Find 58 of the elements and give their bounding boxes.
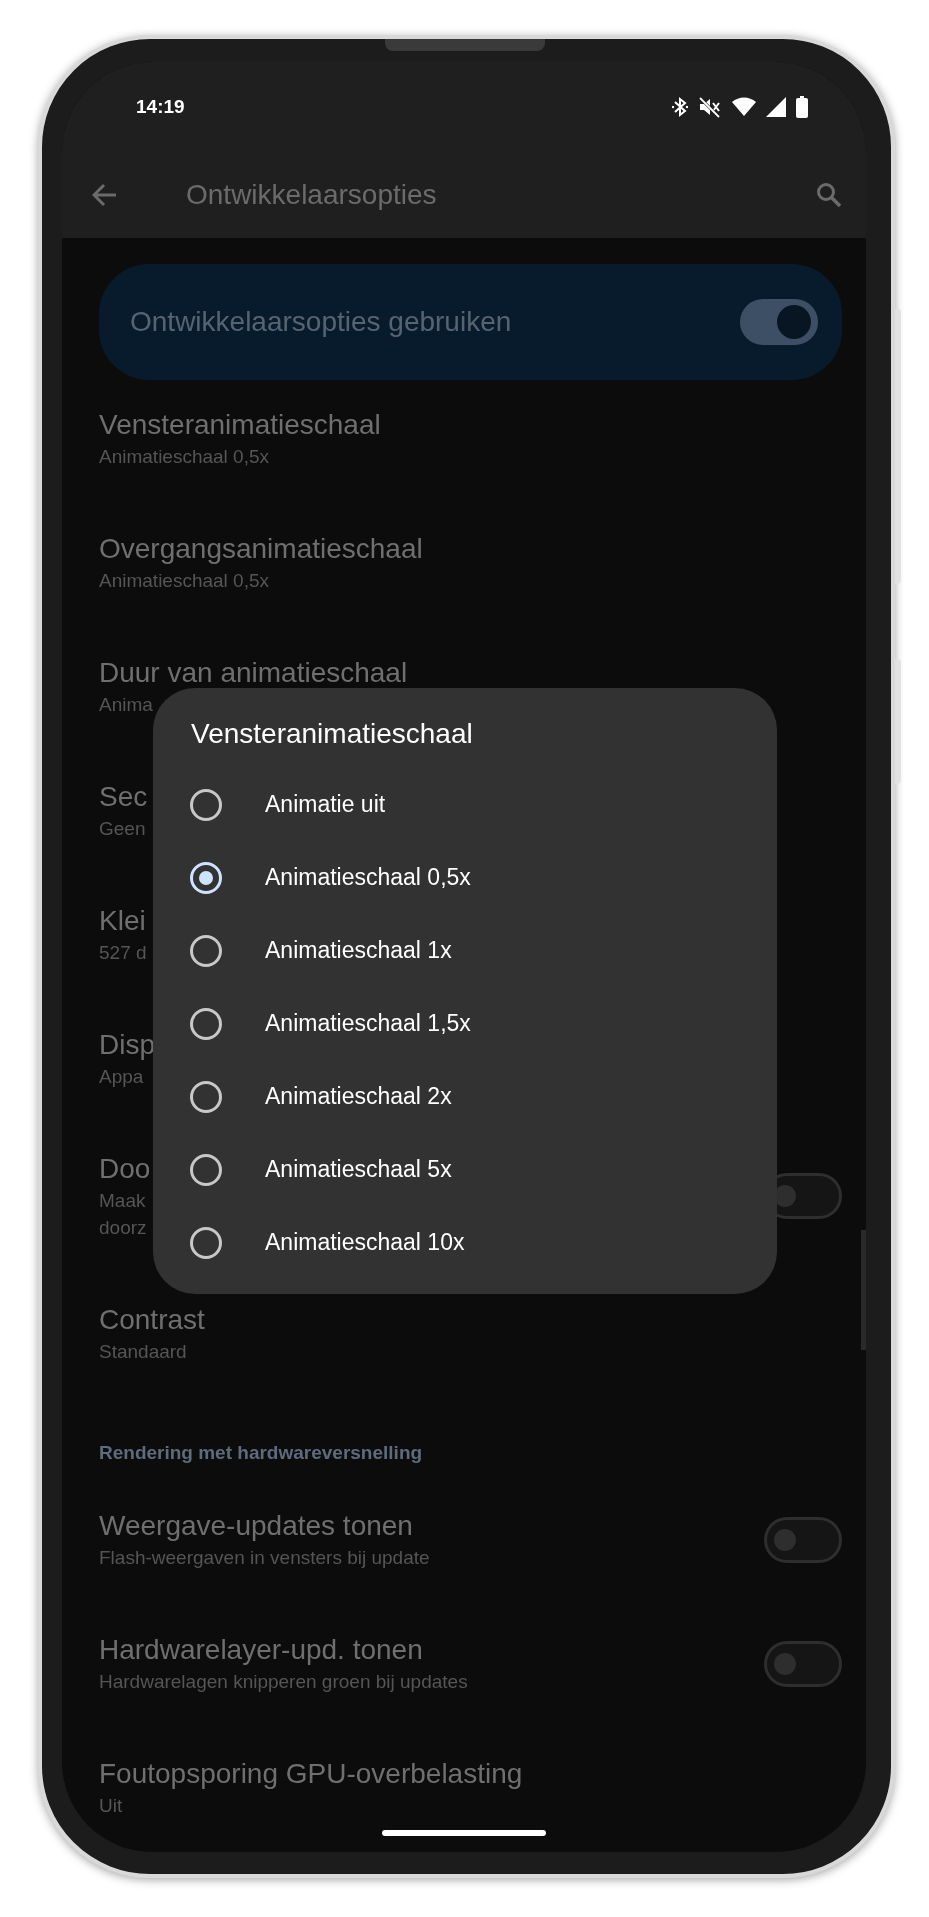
option-label: Animatie uit — [265, 791, 386, 818]
setting-title: Contrast — [99, 1303, 205, 1337]
back-arrow-icon[interactable] — [92, 183, 118, 207]
setting-title: Doo — [99, 1152, 151, 1186]
wifi-icon — [732, 97, 756, 117]
battery-icon — [796, 96, 808, 118]
setting-title: Disp — [99, 1028, 155, 1062]
radio-button[interactable] — [190, 788, 222, 821]
bluetooth-icon — [672, 96, 688, 118]
setting-summary: Hardwarelagen knipperen groen bij updates — [99, 1670, 468, 1694]
radio-button[interactable] — [190, 1080, 222, 1113]
dialog-title: Vensteranimatieschaal — [191, 717, 474, 751]
option-label: Animatieschaal 5x — [265, 1156, 452, 1183]
radio-button[interactable] — [190, 1153, 222, 1186]
radio-option[interactable]: Animatieschaal 5x — [191, 1133, 777, 1206]
setting-summary: Animatieschaal 0,5x — [99, 445, 271, 469]
setting-summary: Maak doorz — [99, 1189, 148, 1240]
option-label: Animatieschaal 10x — [265, 1229, 465, 1256]
setting-summary: Standaard — [99, 1340, 188, 1364]
radio-option[interactable]: Animatieschaal 10x — [191, 1206, 777, 1279]
setting-summary: Anima — [99, 693, 154, 717]
radio-option[interactable]: Animatie uit — [191, 768, 777, 841]
mute-icon — [698, 96, 722, 118]
setting-title: Duur van animatieschaal — [99, 656, 408, 690]
toggle-switch[interactable] — [764, 1640, 842, 1687]
toggle-switch[interactable] — [740, 299, 818, 345]
radio-option[interactable]: Animatieschaal 0,5x — [191, 841, 777, 914]
status-time: 14:19 — [136, 96, 185, 118]
toggle-switch[interactable] — [764, 1516, 842, 1563]
signal-icon — [766, 97, 786, 117]
option-label: Animatieschaal 1,5x — [265, 1010, 471, 1037]
radio-option[interactable]: Animatieschaal 1x — [191, 914, 777, 987]
setting-summary: Appa — [99, 1065, 145, 1089]
option-label: Animatieschaal 0,5x — [265, 864, 471, 891]
setting-title: Vensteranimatieschaal — [99, 408, 381, 442]
option-label: Animatieschaal 2x — [265, 1083, 452, 1110]
setting-title: Hardwarelayer-upd. tonen — [99, 1633, 424, 1667]
search-icon[interactable] — [816, 182, 842, 208]
radio-button[interactable] — [190, 1226, 222, 1259]
radio-option[interactable]: Animatieschaal 2x — [191, 1060, 777, 1133]
main-switch-label: Ontwikkelaarsopties gebruiken — [130, 306, 512, 338]
radio-button[interactable] — [190, 861, 222, 894]
option-label: Animatieschaal 1x — [265, 937, 452, 964]
section-header: Rendering met hardwareversnelling — [99, 1441, 424, 1465]
setting-title: Overgangsanimatieschaal — [99, 532, 423, 566]
radio-button[interactable] — [190, 1007, 222, 1040]
setting-title: Sec — [99, 780, 148, 814]
setting-summary: Geen — [99, 817, 147, 841]
radio-option[interactable]: Animatieschaal 1,5x — [191, 987, 777, 1060]
setting-summary: Animatieschaal 0,5x — [99, 569, 271, 593]
app-bar-title: Ontwikkelaarsopties — [186, 179, 438, 211]
setting-title: Foutopsporing GPU-overbelasting — [99, 1757, 523, 1791]
setting-summary: Flash-weergaven in vensters bij update — [99, 1546, 430, 1570]
setting-title: Weergave-updates tonen — [99, 1509, 414, 1543]
setting-summary: Uit — [99, 1794, 124, 1818]
setting-summary: 527 d — [99, 941, 147, 965]
setting-title: Klei — [99, 904, 147, 938]
radio-button[interactable] — [190, 934, 222, 967]
